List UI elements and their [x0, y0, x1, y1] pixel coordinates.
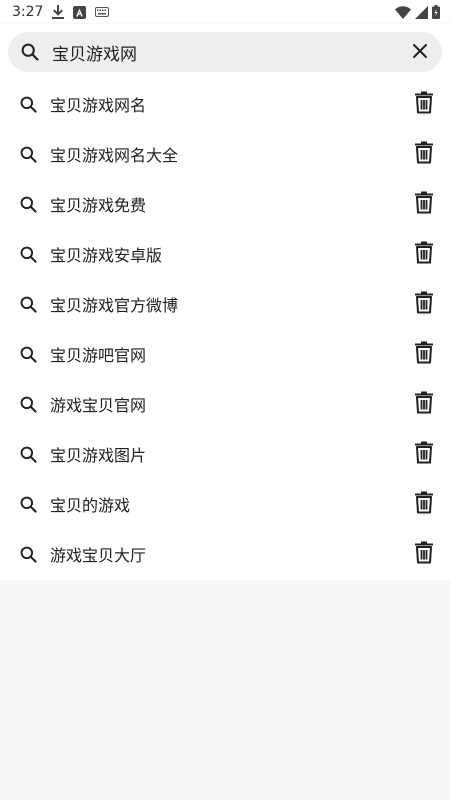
- suggestion-item[interactable]: 宝贝游戏安卓版: [0, 229, 450, 279]
- wifi-icon: [395, 5, 411, 19]
- suggestion-panel: 宝贝游戏网名宝贝游戏网名大全宝贝游戏免费宝贝游戏安卓版宝贝游戏官方微博宝贝游吧官…: [0, 24, 450, 580]
- search-icon: [20, 296, 42, 313]
- delete-button[interactable]: [406, 234, 442, 274]
- status-bar: 3:27: [0, 0, 450, 24]
- delete-button[interactable]: [406, 184, 442, 224]
- suggestion-label: 宝贝游戏安卓版: [50, 246, 163, 265]
- search-icon: [20, 496, 42, 513]
- suggestion-item[interactable]: 宝贝游戏网名大全: [0, 129, 450, 179]
- delete-button[interactable]: [406, 284, 442, 324]
- background-area: [0, 580, 450, 800]
- suggestion-item[interactable]: 宝贝游戏官方微博: [0, 279, 450, 329]
- a-badge-icon: [73, 5, 87, 19]
- search-icon: [20, 346, 42, 363]
- trash-icon: [414, 340, 434, 368]
- delete-button[interactable]: [406, 534, 442, 574]
- close-icon: [413, 43, 427, 62]
- search-icon: [20, 446, 42, 463]
- delete-button[interactable]: [406, 134, 442, 174]
- status-time: 3:27: [12, 4, 44, 20]
- trash-icon: [414, 240, 434, 268]
- search-icon: [20, 96, 42, 113]
- suggestion-list: 宝贝游戏网名宝贝游戏网名大全 宝贝游戏免费 宝贝游戏安卓版 宝贝游戏官方微博 宝贝游吧官…: [0, 79, 450, 579]
- trash-icon: [414, 90, 434, 118]
- search-icon: [20, 546, 42, 563]
- delete-button[interactable]: [406, 384, 442, 424]
- suggestion-item[interactable]: 宝贝游吧官网: [0, 329, 450, 379]
- battery-icon: [432, 5, 440, 19]
- trash-icon: [414, 290, 434, 318]
- signal-icon: [415, 5, 428, 19]
- suggestion-label: 宝贝的游戏: [50, 496, 131, 515]
- suggestion-label: 宝贝游戏官方微博: [50, 296, 179, 315]
- trash-icon: [414, 140, 434, 168]
- search-icon: [20, 196, 42, 213]
- clear-button[interactable]: [398, 32, 442, 72]
- suggestion-label: 游戏宝贝大厅: [50, 546, 147, 565]
- search-bar[interactable]: [8, 32, 442, 72]
- suggestion-item[interactable]: 游戏宝贝官网: [0, 379, 450, 429]
- search-icon: [20, 246, 42, 263]
- download-icon: [52, 5, 65, 19]
- search-icon: [8, 43, 52, 61]
- suggestion-label: 宝贝游吧官网: [50, 346, 147, 365]
- search-icon: [20, 146, 42, 163]
- keyboard-icon: [95, 7, 110, 17]
- trash-icon: [414, 190, 434, 218]
- suggestion-label: 宝贝游戏网名大全: [50, 146, 179, 165]
- trash-icon: [414, 490, 434, 518]
- suggestion-label: 宝贝游戏网名: [50, 96, 147, 115]
- delete-button[interactable]: [406, 84, 442, 124]
- suggestion-item[interactable]: 宝贝的游戏: [0, 479, 450, 529]
- delete-button[interactable]: [406, 484, 442, 524]
- suggestion-item[interactable]: 游戏宝贝大厅: [0, 529, 450, 579]
- suggestion-label: 宝贝游戏图片: [50, 446, 147, 465]
- suggestion-label: 宝贝游戏免费: [50, 196, 147, 215]
- search-input[interactable]: [52, 32, 398, 72]
- suggestion-item[interactable]: 宝贝游戏免费: [0, 179, 450, 229]
- suggestion-item[interactable]: 宝贝游戏图片: [0, 429, 450, 479]
- delete-button[interactable]: [406, 434, 442, 474]
- delete-button[interactable]: [406, 334, 442, 374]
- trash-icon: [414, 540, 434, 568]
- trash-icon: [414, 440, 434, 468]
- trash-icon: [414, 390, 434, 418]
- suggestion-item[interactable]: 宝贝游戏网名: [0, 79, 450, 129]
- search-icon: [20, 396, 42, 413]
- suggestion-label: 游戏宝贝官网: [50, 396, 147, 415]
